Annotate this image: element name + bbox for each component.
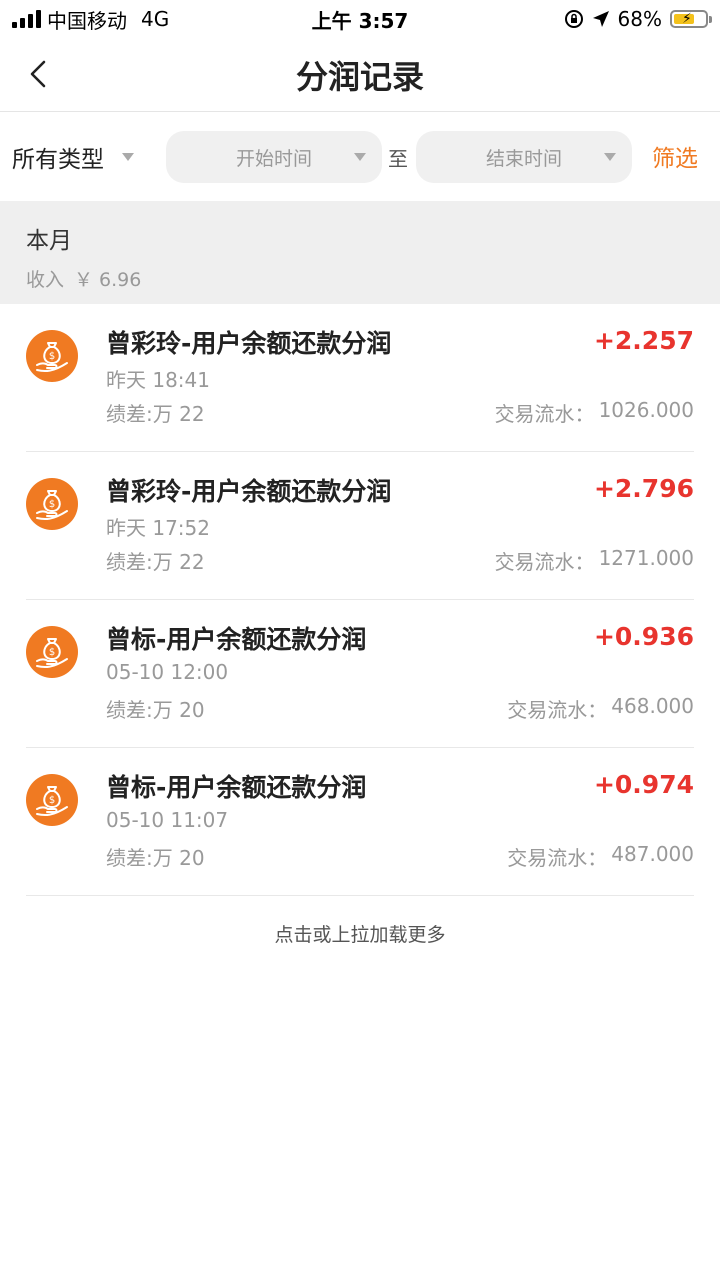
money-bag-hand-icon: $: [26, 478, 78, 530]
record-amount: +0.936: [593, 622, 694, 651]
caret-down-icon: [122, 153, 134, 161]
record-amount: +2.796: [593, 474, 694, 503]
svg-text:$: $: [49, 647, 55, 658]
flow-label: 交易流水：: [494, 402, 595, 426]
network-type: 4G: [141, 7, 170, 31]
money-bag-hand-icon: $: [26, 626, 78, 678]
flow-value: 468.000: [611, 694, 694, 718]
record-item[interactable]: $ 曾标-用户余额还款分润 05-10 11:07 绩差:万 20 +0.974…: [26, 748, 694, 896]
record-time: 05-10 12:00: [106, 660, 229, 684]
flow-value: 1026.000: [598, 398, 694, 422]
month-summary: 本月 收入 ￥ 6.96: [0, 201, 720, 304]
to-label: 至: [388, 147, 408, 171]
flow-value: 487.000: [611, 842, 694, 866]
record-flow: 交易流水： 468.000: [507, 694, 694, 723]
back-button[interactable]: [20, 56, 56, 92]
income-label: 收入: [26, 269, 65, 291]
record-title: 曾标-用户余额还款分润: [106, 773, 367, 802]
record-amount: +2.257: [593, 326, 694, 355]
flow-label: 交易流水：: [507, 698, 608, 722]
flow-value: 1271.000: [598, 546, 694, 570]
caret-down-icon: [354, 153, 366, 161]
record-item[interactable]: $ 曾彩玲-用户余额还款分润 昨天 17:52 绩差:万 22 +2.796 交…: [26, 452, 694, 600]
record-time: 05-10 11:07: [106, 808, 229, 832]
money-bag-hand-icon: $: [26, 330, 78, 382]
nav-bar: 分润记录: [0, 38, 720, 112]
start-time-placeholder: 开始时间: [235, 147, 312, 170]
record-flow: 交易流水： 487.000: [507, 842, 694, 871]
charging-bolt-icon: ⚡: [682, 11, 692, 27]
chevron-left-icon: [30, 60, 46, 88]
svg-text:$: $: [49, 499, 55, 510]
type-select-value: 所有类型: [12, 147, 104, 173]
end-time-placeholder: 结束时间: [485, 147, 562, 170]
status-left: 中国移动 4G: [12, 5, 169, 34]
battery-level: ⚡: [674, 11, 695, 27]
page-title: 分润记录: [295, 57, 424, 96]
flow-label: 交易流水：: [507, 846, 608, 870]
svg-text:$: $: [49, 351, 55, 362]
load-more-button[interactable]: 点击或上拉加载更多: [0, 920, 720, 947]
money-bag-hand-icon: $: [26, 774, 78, 826]
record-title: 曾彩玲-用户余额还款分润: [106, 329, 392, 358]
record-item[interactable]: $ 曾彩玲-用户余额还款分润 昨天 18:41 绩差:万 22 +2.257 交…: [26, 304, 694, 452]
end-time-picker[interactable]: 结束时间: [416, 131, 632, 183]
signal-icon: [12, 10, 41, 28]
record-performance: 绩差:万 20: [106, 846, 205, 870]
caret-down-icon: [604, 153, 616, 161]
filter-button[interactable]: 筛选: [652, 139, 698, 173]
svg-text:$: $: [49, 795, 55, 806]
flow-label: 交易流水：: [494, 550, 595, 574]
orientation-lock-icon: [564, 10, 583, 28]
battery-percent: 68%: [617, 7, 662, 31]
record-flow: 交易流水： 1271.000: [495, 546, 694, 575]
record-item[interactable]: $ 曾标-用户余额还款分润 05-10 12:00 绩差:万 20 +0.936…: [26, 600, 694, 748]
record-flow: 交易流水： 1026.000: [495, 398, 694, 427]
record-performance: 绩差:万 20: [106, 698, 205, 722]
start-time-picker[interactable]: 开始时间: [166, 131, 382, 183]
record-time: 昨天 17:52: [106, 516, 210, 540]
record-time: 昨天 18:41: [106, 368, 210, 392]
status-bar: 中国移动 4G 上午 3:57 68% ⚡: [0, 0, 720, 38]
record-title: 曾标-用户余额还款分润: [106, 625, 367, 654]
carrier-name: 中国移动: [47, 8, 127, 33]
filter-bar: 所有类型 开始时间 至 结束时间 筛选: [0, 113, 720, 201]
record-list: $ 曾彩玲-用户余额还款分润 昨天 18:41 绩差:万 22 +2.257 交…: [0, 304, 720, 896]
battery-icon: ⚡: [670, 10, 712, 28]
record-performance: 绩差:万 22: [106, 402, 205, 426]
income-value: ￥ 6.96: [74, 269, 142, 291]
location-arrow-icon: [592, 11, 609, 27]
record-performance: 绩差:万 22: [106, 550, 205, 574]
record-title: 曾彩玲-用户余额还款分润: [106, 477, 392, 506]
status-right: 68% ⚡: [564, 7, 712, 31]
profit-record-page: 中国移动 4G 上午 3:57 68% ⚡ 分润记录 所有类型 开始时间 至 结…: [0, 0, 720, 1280]
record-amount: +0.974: [593, 770, 694, 799]
type-select[interactable]: 所有类型: [12, 139, 134, 175]
month-income: 收入 ￥ 6.96: [26, 265, 694, 292]
month-title: 本月: [26, 228, 72, 254]
